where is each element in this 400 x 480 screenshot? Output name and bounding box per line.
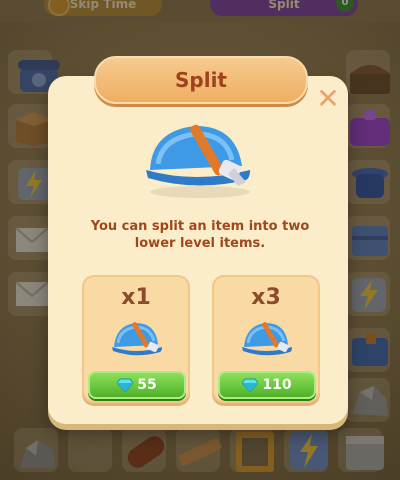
diamond-icon xyxy=(242,378,259,392)
split-description: You can split an item into two lower lev… xyxy=(90,219,310,251)
dialog-title-text: Split xyxy=(175,68,227,92)
blue-hard-hat-with-hammer-icon xyxy=(112,322,162,356)
buy-split-x3-button[interactable]: 110 xyxy=(218,371,316,399)
close-icon: ✕ xyxy=(316,81,340,115)
split-option-x1: x1 55 xyxy=(82,275,190,403)
diamond-icon xyxy=(117,378,134,392)
dialog-title: Split xyxy=(94,56,308,104)
blue-hard-hat-with-hammer-icon xyxy=(242,322,292,356)
option-quantity: x1 xyxy=(121,285,151,310)
split-option-x3: x3 110 xyxy=(212,275,320,403)
blue-hard-hat-with-hammer-icon xyxy=(146,124,250,198)
price-label: 110 xyxy=(262,377,292,393)
option-quantity: x3 xyxy=(251,285,281,310)
close-button[interactable]: ✕ xyxy=(314,81,342,115)
price-label: 55 xyxy=(137,377,157,393)
buy-split-x1-button[interactable]: 55 xyxy=(88,371,186,399)
